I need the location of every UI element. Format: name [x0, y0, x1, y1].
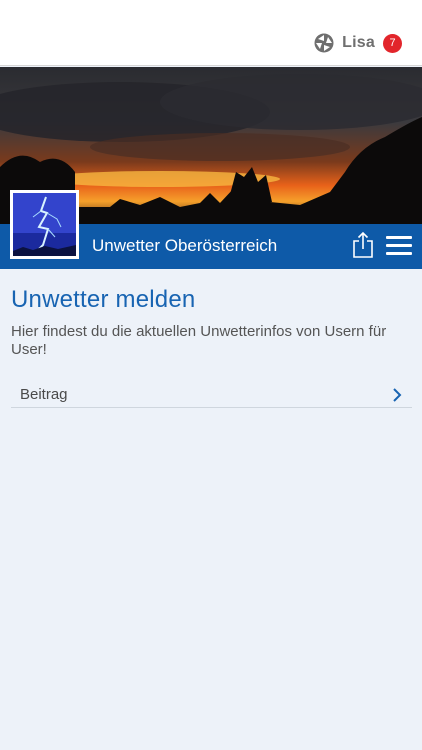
- top-bar: Lisa 7: [0, 0, 422, 66]
- notification-badge[interactable]: 7: [383, 33, 402, 53]
- list-item-label: Beitrag: [20, 386, 68, 403]
- menu-line: [386, 236, 412, 239]
- chevron-right-icon: [392, 387, 402, 403]
- group-avatar: [10, 190, 79, 259]
- menu-line: [386, 252, 412, 255]
- list-item-beitrag[interactable]: Beitrag: [11, 378, 412, 408]
- menu-line: [386, 244, 412, 247]
- page-title: Unwetter melden: [11, 286, 196, 313]
- share-icon[interactable]: [350, 230, 376, 260]
- hamburger-menu-icon[interactable]: [386, 236, 412, 258]
- app-logo-icon: [314, 33, 334, 53]
- user-menu[interactable]: Lisa 7: [314, 33, 402, 53]
- user-name[interactable]: Lisa: [342, 34, 375, 52]
- page-description: Hier findest du die aktuellen Unwetterin…: [11, 323, 387, 358]
- group-title[interactable]: Unwetter Oberösterreich: [92, 236, 277, 256]
